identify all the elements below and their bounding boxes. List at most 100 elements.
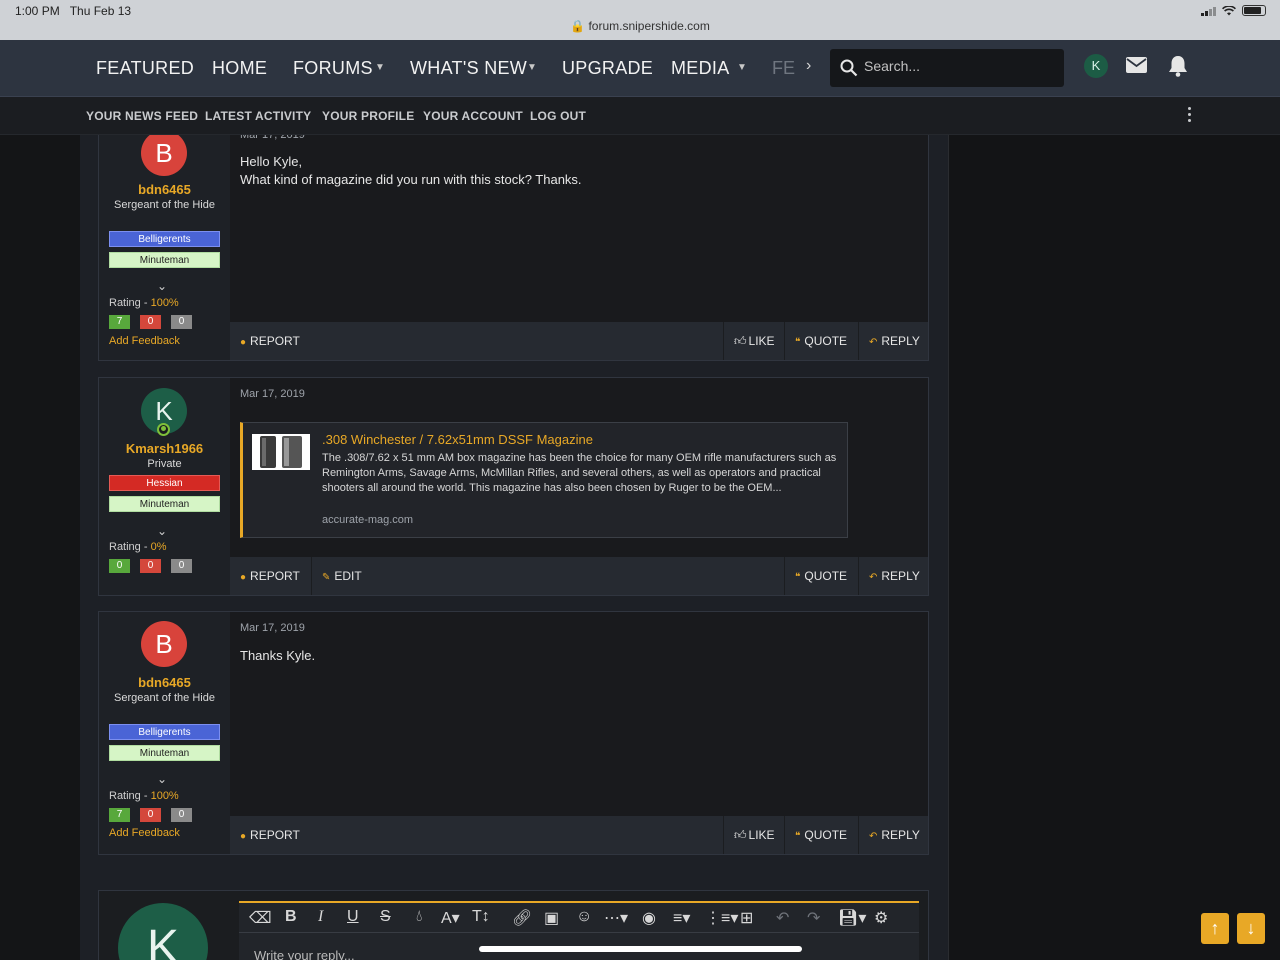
username[interactable]: bdn6465 [99,182,230,197]
bold-icon[interactable]: B [285,908,297,926]
username[interactable]: Kmarsh1966 [99,441,230,456]
search-box[interactable] [830,49,1064,87]
post-user-info: K Kmarsh1966 Private Hessian Minuteman ⌄… [99,378,230,595]
user-banner: Hessian [109,475,220,491]
nav-overflow-item[interactable]: FE [772,58,795,79]
link-preview-description: The .308/7.62 x 51 mm AM box magazine ha… [322,452,837,494]
quote-button[interactable]: ❝ QUOTE [784,557,857,595]
image-icon[interactable]: ▣ [544,908,559,928]
nav-whats-new[interactable]: WHAT'S NEW [410,58,527,79]
eraser-icon[interactable]: ⌫ [249,908,272,928]
strikethrough-icon[interactable]: S [380,908,391,926]
sidebar-column [948,135,1280,960]
text-color-icon[interactable]: 💧︎ [416,908,422,926]
user-banner: Minuteman [109,252,220,268]
user-banner: Belligerents [109,724,220,740]
font-family-icon[interactable]: A▾ [441,908,460,928]
whats-new-dropdown-icon[interactable]: ▼ [527,62,537,73]
report-button[interactable]: ● REPORT [230,816,310,854]
more-options-icon[interactable] [1186,107,1192,122]
scroll-to-top-button[interactable]: ↑ [1201,913,1229,944]
undo-icon[interactable]: ↶ [776,908,789,928]
italic-icon[interactable]: I [318,908,323,926]
nav-media[interactable]: MEDIA [671,58,730,79]
reply-button[interactable]: ↶ REPLY [858,557,930,595]
add-feedback-link[interactable]: Add Feedback [109,335,180,347]
negative-feedback-count[interactable]: 0 [140,315,161,329]
main-nav: FEATURED HOME FORUMS ▼ WHAT'S NEW ▼ UPGR… [0,40,1280,97]
sub-nav: YOUR NEWS FEED LATEST ACTIVITY YOUR PROF… [0,97,1280,135]
redo-icon[interactable]: ↷ [807,908,820,928]
chevron-down-icon[interactable]: ⌄ [157,772,167,786]
font-size-icon[interactable]: T↕ [472,908,490,926]
neutral-feedback-count[interactable]: 0 [171,559,192,573]
subnav-latest-activity[interactable]: LATEST ACTIVITY [205,109,311,123]
post-body-line: Thanks Kyle. [240,648,316,663]
add-feedback-link[interactable]: Add Feedback [109,827,180,839]
subnav-news-feed[interactable]: YOUR NEWS FEED [86,109,198,123]
user-title: Sergeant of the Hide [114,692,215,704]
nav-featured[interactable]: FEATURED [96,58,194,79]
chevron-down-icon[interactable]: ⌄ [157,524,167,538]
link-preview-title[interactable]: .308 Winchester / 7.62x51mm DSSF Magazin… [322,432,593,447]
reply-button[interactable]: ↶ REPLY [858,322,930,360]
like-button[interactable]: 👍︎ LIKE [723,322,785,360]
nav-home[interactable]: HOME [212,58,267,79]
avatar[interactable]: B [141,621,187,667]
positive-feedback-count[interactable]: 7 [109,315,130,329]
list-icon[interactable]: ⋮≡▾ [705,908,738,928]
table-icon[interactable]: ⊞ [740,908,753,928]
neutral-feedback-count[interactable]: 0 [171,315,192,329]
underline-icon[interactable]: U [347,908,359,926]
nav-scroll-right-icon[interactable]: › [806,57,811,75]
positive-feedback-count[interactable]: 7 [109,808,130,822]
media-dropdown-icon[interactable]: ▼ [737,62,747,73]
positive-feedback-count[interactable]: 0 [109,559,130,573]
smiley-icon[interactable]: ☺ [576,908,592,926]
nav-forums[interactable]: FORUMS [293,58,373,79]
like-button[interactable]: 👍︎ LIKE [723,816,785,854]
bell-icon[interactable] [1168,55,1188,77]
report-button[interactable]: ● REPORT [230,557,310,595]
thumbs-up-icon: 👍︎ [734,334,747,348]
neutral-feedback-count[interactable]: 0 [171,808,192,822]
search-input[interactable] [864,58,1054,74]
username[interactable]: bdn6465 [99,675,230,690]
subnav-your-profile[interactable]: YOUR PROFILE [322,109,414,123]
settings-gear-icon[interactable]: ⚙ [874,908,888,928]
post-date[interactable]: Mar 17, 2019 [240,622,305,634]
address-bar[interactable]: 🔒 forum.snipershide.com [0,19,1280,33]
quote-button[interactable]: ❝ QUOTE [784,322,857,360]
post-user-info: B bdn6465 Sergeant of the Hide Belligere… [99,116,230,360]
thumbs-up-icon: 👍︎ [734,828,747,842]
more-options-icon[interactable]: ⋯▾ [604,908,628,928]
avatar[interactable]: B [141,130,187,176]
forums-dropdown-icon[interactable]: ▼ [375,62,385,73]
chevron-down-icon[interactable]: ⌄ [157,279,167,293]
editor-toolbar: ⌫ B I U S 💧︎ A▾ T↕ 🔗︎ ▣ ☺ ⋯▾ ◉ ≡▾ ⋮≡▾ ⊞ … [239,903,919,933]
post-action-bar: ● REPORT ✎ EDIT ❝ QUOTE ↶ REPLY [230,557,928,595]
link-icon[interactable]: 🔗︎ [512,908,532,928]
user-title: Private [147,458,182,470]
link-preview[interactable]: .308 Winchester / 7.62x51mm DSSF Magazin… [240,422,848,538]
camera-icon[interactable]: ◉ [642,908,656,928]
negative-feedback-count[interactable]: 0 [140,808,161,822]
scroll-to-bottom-button[interactable]: ↓ [1237,913,1265,944]
drafts-icon[interactable]: 💾︎▾ [838,908,866,928]
mail-icon[interactable] [1126,57,1147,73]
nav-upgrade[interactable]: UPGRADE [562,58,653,79]
negative-feedback-count[interactable]: 0 [140,559,161,573]
reply-button[interactable]: ↶ REPLY [858,816,930,854]
post-date[interactable]: Mar 17, 2019 [240,388,305,400]
link-preview-domain: accurate-mag.com [322,514,414,526]
account-avatar[interactable]: K [1084,54,1108,78]
post-body: Hello Kyle, What kind of magazine did yo… [240,153,582,189]
subnav-log-out[interactable]: LOG OUT [530,109,586,123]
post: B bdn6465 Sergeant of the Hide Belligere… [98,611,929,855]
align-icon[interactable]: ≡▾ [673,908,690,928]
subnav-your-account[interactable]: YOUR ACCOUNT [423,109,523,123]
quote-button[interactable]: ❝ QUOTE [784,816,857,854]
home-indicator[interactable] [479,946,802,952]
report-button[interactable]: ● REPORT [230,322,310,360]
edit-button[interactable]: ✎ EDIT [311,557,372,595]
